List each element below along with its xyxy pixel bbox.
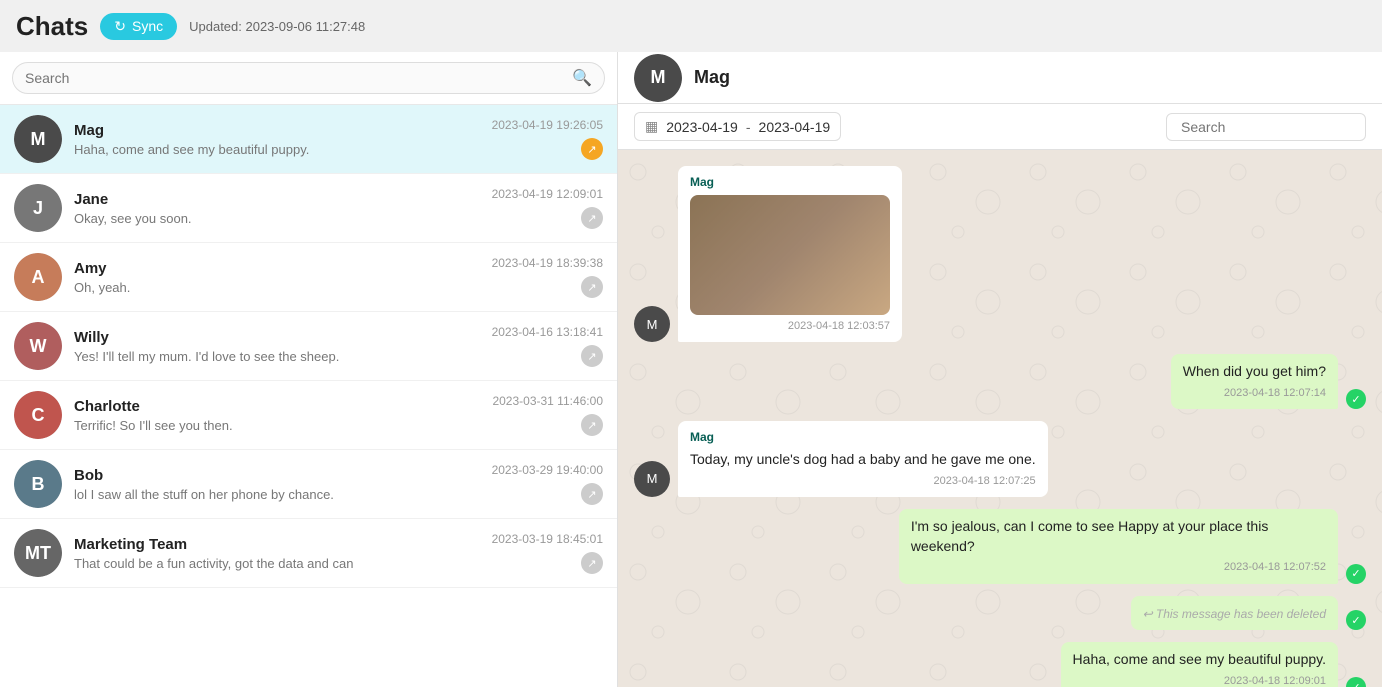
- chat-preview-amy: Oh, yeah.: [74, 280, 480, 295]
- sync-button[interactable]: ↻ Sync: [100, 13, 177, 40]
- date-to: 2023-04-19: [759, 119, 831, 135]
- bubble-text-msg6: Haha, come and see my beautiful puppy.: [1073, 650, 1326, 670]
- bubble-msg6: Haha, come and see my beautiful puppy. 20…: [1061, 642, 1338, 687]
- chat-preview-charlotte: Terrific! So I'll see you then.: [74, 418, 480, 433]
- sync-icon: ↻: [114, 18, 126, 35]
- wa-icon-msg2: ✓: [1346, 389, 1366, 409]
- export-icon-amy[interactable]: ↗: [581, 276, 603, 298]
- chat-time-charlotte: 2023-03-31 11:46:00: [492, 394, 603, 408]
- main-layout: 🔍 M Mag Haha, come and see my beautiful pu…: [0, 52, 1382, 687]
- sync-label: Sync: [132, 18, 163, 34]
- chat-preview-willy: Yes! I'll tell my mum. I'd love to see t…: [74, 349, 480, 364]
- bubble-sender-msg3: Mag: [690, 429, 1036, 446]
- export-icon-marketing-team[interactable]: ↗: [581, 552, 603, 574]
- chat-list-item-jane[interactable]: J Jane Okay, see you soon. 2023-04-19 12:09…: [0, 174, 617, 243]
- updated-timestamp: Updated: 2023-09-06 11:27:48: [189, 19, 365, 34]
- avatar-jane: J: [14, 184, 62, 232]
- message-row-msg4: I'm so jealous, can I come to see Happy …: [634, 509, 1366, 584]
- messages-area: M Mag 2023-04-18 12:03:57 When did you get …: [618, 150, 1382, 687]
- wa-icon-msg6: ✓: [1346, 677, 1366, 687]
- chat-list-item-willy[interactable]: W Willy Yes! I'll tell my mum. I'd love to…: [0, 312, 617, 381]
- top-bar: Chats ↻ Sync Updated: 2023-09-06 11:27:4…: [0, 0, 1382, 52]
- chat-name-mag: Mag: [74, 122, 480, 139]
- bubble-time-msg6: 2023-04-18 12:09:01: [1073, 674, 1326, 687]
- chat-preview-marketing-team: That could be a fun activity, got the da…: [74, 556, 480, 571]
- chat-preview-bob: lol I saw all the stuff on her phone by …: [74, 487, 480, 502]
- bubble-time-msg4: 2023-04-18 12:07:52: [911, 560, 1326, 575]
- chat-list-item-marketing-team[interactable]: MT Marketing Team That could be a fun acti…: [0, 519, 617, 588]
- calendar-icon: ▦: [645, 118, 658, 135]
- contact-name: Mag: [694, 67, 730, 88]
- contact-avatar: M: [634, 54, 682, 102]
- wa-icon-msg5: ✓: [1346, 610, 1366, 630]
- message-row-msg2: When did you get him? 2023-04-18 12:07:14…: [634, 354, 1366, 409]
- bubble-msg2: When did you get him? 2023-04-18 12:07:14: [1171, 354, 1338, 409]
- chat-name-marketing-team: Marketing Team: [74, 536, 480, 553]
- chat-list-item-bob[interactable]: B Bob lol I saw all the stuff on her phone…: [0, 450, 617, 519]
- chat-time-marketing-team: 2023-03-19 18:45:01: [492, 532, 603, 546]
- bubble-time-msg1: 2023-04-18 12:03:57: [690, 319, 890, 334]
- search-icon: 🔍: [572, 68, 592, 88]
- message-row-msg1: M Mag 2023-04-18 12:03:57: [634, 166, 1366, 342]
- date-from: 2023-04-19: [666, 119, 738, 135]
- date-separator: -: [746, 119, 751, 135]
- chat-preview-jane: Okay, see you soon.: [74, 211, 480, 226]
- message-row-msg5: ↩ This message has been deleted ✓: [634, 596, 1366, 631]
- left-panel: 🔍 M Mag Haha, come and see my beautiful pu…: [0, 52, 618, 687]
- chat-time-jane: 2023-04-19 12:09:01: [492, 187, 603, 201]
- message-row-msg6: Haha, come and see my beautiful puppy. 20…: [634, 642, 1366, 687]
- search-bar: 🔍: [0, 52, 617, 105]
- deleted-msg-msg5: ↩ This message has been deleted: [1143, 606, 1327, 623]
- chat-name-jane: Jane: [74, 191, 480, 208]
- app-title: Chats: [16, 11, 88, 42]
- date-filter-row: ▦ 2023-04-19 - 2023-04-19: [618, 104, 1382, 150]
- chat-list-item-mag[interactable]: M Mag Haha, come and see my beautiful pupp…: [0, 105, 617, 174]
- chat-list-item-charlotte[interactable]: C Charlotte Terrific! So I'll see you then…: [0, 381, 617, 450]
- chat-header: M Mag: [618, 52, 1382, 104]
- export-icon-charlotte[interactable]: ↗: [581, 414, 603, 436]
- bubble-text-msg2: When did you get him?: [1183, 362, 1326, 382]
- chat-name-willy: Willy: [74, 329, 480, 346]
- bubble-time-msg3: 2023-04-18 12:07:25: [690, 474, 1036, 489]
- bubble-msg1: Mag 2023-04-18 12:03:57: [678, 166, 902, 342]
- chat-name-bob: Bob: [74, 467, 480, 484]
- avatar-marketing-team: MT: [14, 529, 62, 577]
- chat-time-willy: 2023-04-16 13:18:41: [492, 325, 603, 339]
- export-icon-jane[interactable]: ↗: [581, 207, 603, 229]
- avatar-willy: W: [14, 322, 62, 370]
- bubble-msg3: Mag Today, my uncle's dog had a baby and …: [678, 421, 1048, 497]
- search-input[interactable]: [25, 70, 564, 86]
- avatar-charlotte: C: [14, 391, 62, 439]
- bubble-text-msg4: I'm so jealous, can I come to see Happy …: [911, 517, 1326, 556]
- bubble-msg5: ↩ This message has been deleted: [1131, 596, 1339, 631]
- image-bubble-msg1: [690, 195, 890, 315]
- chat-list-item-amy[interactable]: A Amy Oh, yeah. 2023-04-19 18:39:38 ↗: [0, 243, 617, 312]
- search-input-wrap[interactable]: 🔍: [12, 62, 605, 94]
- msg-avatar-msg3: M: [634, 461, 670, 497]
- export-icon-mag[interactable]: ↗: [581, 138, 603, 160]
- chat-time-bob: 2023-03-29 19:40:00: [492, 463, 603, 477]
- chat-list: M Mag Haha, come and see my beautiful pupp…: [0, 105, 617, 687]
- export-icon-willy[interactable]: ↗: [581, 345, 603, 367]
- avatar-bob: B: [14, 460, 62, 508]
- chat-preview-mag: Haha, come and see my beautiful puppy.: [74, 142, 480, 157]
- export-icon-bob[interactable]: ↗: [581, 483, 603, 505]
- message-row-msg3: M Mag Today, my uncle's dog had a baby and…: [634, 421, 1366, 497]
- chat-name-charlotte: Charlotte: [74, 398, 480, 415]
- bubble-time-msg2: 2023-04-18 12:07:14: [1183, 386, 1326, 401]
- right-panel: M Mag ▦ 2023-04-19 - 2023-04-19 M Mag 2023…: [618, 52, 1382, 687]
- chat-time-mag: 2023-04-19 19:26:05: [492, 118, 603, 132]
- avatar-mag: M: [14, 115, 62, 163]
- bubble-sender-msg1: Mag: [690, 174, 890, 191]
- msg-avatar-msg1: M: [634, 306, 670, 342]
- bubble-text-msg3: Today, my uncle's dog had a baby and he …: [690, 450, 1036, 470]
- chat-time-amy: 2023-04-19 18:39:38: [492, 256, 603, 270]
- avatar-amy: A: [14, 253, 62, 301]
- bubble-msg4: I'm so jealous, can I come to see Happy …: [899, 509, 1338, 584]
- message-search-input[interactable]: [1166, 113, 1366, 141]
- chat-name-amy: Amy: [74, 260, 480, 277]
- wa-icon-msg4: ✓: [1346, 564, 1366, 584]
- date-range-picker[interactable]: ▦ 2023-04-19 - 2023-04-19: [634, 112, 841, 141]
